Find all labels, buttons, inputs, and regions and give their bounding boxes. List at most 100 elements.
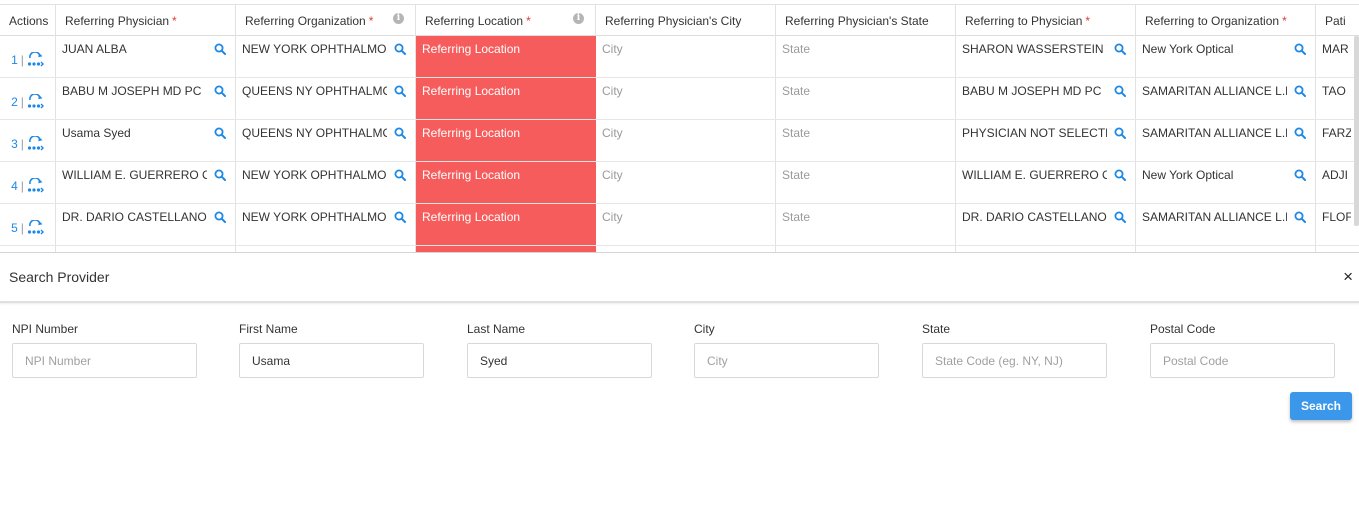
search-button[interactable]: Search [1290, 392, 1352, 420]
search-icon[interactable] [214, 211, 226, 223]
referring-organization-cell[interactable]: QUEENS NY OPHTHALMOLOGY [236, 120, 416, 161]
column-header[interactable]: Referring to Organization * [1136, 5, 1316, 36]
first-name-label: First Name [239, 322, 298, 336]
city-input[interactable] [694, 343, 879, 378]
column-header-label: Referring Physician's State [785, 13, 929, 28]
search-icon[interactable] [1294, 85, 1306, 97]
referring-physician-cell[interactable]: DR. DARIO CASTELLANOS [56, 204, 236, 245]
table-row: 1| JUAN ALBA NEW YORK OPHTHALMOLOGY Referri… [0, 36, 1359, 78]
referring-to-organization-cell[interactable]: SAMARITAN ALLIANCE L.L.C [1136, 120, 1316, 161]
referring-physician-cell[interactable]: JUAN ALBA [56, 36, 236, 77]
search-icon[interactable] [1294, 169, 1306, 181]
state-cell[interactable]: State [776, 120, 956, 161]
city-cell[interactable]: City [596, 204, 776, 245]
postal-code-input[interactable] [1150, 343, 1335, 378]
search-icon[interactable] [214, 169, 226, 181]
referring-to-physician-cell[interactable]: BABU M JOSEPH MD PC [956, 78, 1136, 119]
cell-text: MAR [1322, 42, 1349, 56]
column-header[interactable]: Referring Location * i [416, 5, 596, 36]
search-icon[interactable] [214, 85, 226, 97]
postal-code-field: Postal Code [1150, 322, 1335, 378]
row-number-link[interactable]: 4 [11, 179, 18, 193]
patient-cell[interactable]: ADJI [1316, 162, 1359, 203]
separator: | [20, 94, 24, 109]
search-icon[interactable] [394, 211, 406, 223]
search-icon[interactable] [1114, 169, 1126, 181]
state-cell[interactable]: State [776, 78, 956, 119]
referring-to-organization-cell[interactable]: SAMARITAN ALLIANCE L.L.C [1136, 204, 1316, 245]
cell-text: New York Optical [1142, 168, 1234, 182]
swap-arrows-icon[interactable] [27, 177, 44, 193]
column-header[interactable]: Referring Physician * [56, 5, 236, 36]
column-header[interactable]: Referring Physician's State [776, 5, 956, 36]
row-number-link[interactable]: 1 [11, 53, 18, 67]
referring-to-organization-cell[interactable]: New York Optical [1136, 36, 1316, 77]
state-cell[interactable]: State [776, 162, 956, 203]
state-cell[interactable]: State [776, 204, 956, 245]
npi-number-input[interactable] [12, 343, 197, 378]
row-number-link[interactable]: 5 [11, 221, 18, 235]
row-number-link[interactable]: 2 [11, 95, 18, 109]
state-label: State [922, 322, 951, 336]
referring-organization-cell[interactable]: NEW YORK OPHTHALMOLOGY [236, 162, 416, 203]
search-icon[interactable] [214, 127, 226, 139]
search-icon[interactable] [1294, 127, 1306, 139]
referring-to-physician-cell[interactable]: DR. DARIO CASTELLANOS [956, 204, 1136, 245]
referring-to-organization-cell[interactable]: New York Optical [1136, 162, 1316, 203]
row-number-link[interactable]: 3 [11, 137, 18, 151]
first-name-input[interactable] [239, 343, 424, 378]
cell-text: Referring Location [422, 126, 521, 140]
close-icon[interactable]: × [1343, 267, 1353, 287]
referring-to-physician-cell[interactable]: SHARON WASSERSTEIN [956, 36, 1136, 77]
swap-arrows-icon[interactable] [27, 93, 44, 109]
referring-physician-cell[interactable]: WILLIAM E. GUERRERO O.D. P [56, 162, 236, 203]
patient-cell[interactable]: FLOF [1316, 204, 1359, 245]
referring-to-physician-cell[interactable]: PHYSICIAN NOT SELECTED [956, 120, 1136, 161]
search-icon[interactable] [394, 127, 406, 139]
column-header[interactable]: Referring Physician's City [596, 5, 776, 36]
patient-cell[interactable]: TAO [1316, 78, 1359, 119]
search-icon[interactable] [1114, 85, 1126, 97]
patient-cell[interactable]: MAR [1316, 36, 1359, 77]
referring-organization-cell[interactable]: NEW YORK OPHTHALMOLOGY [236, 36, 416, 77]
referring-location-cell[interactable]: Referring Location [416, 204, 596, 245]
city-cell[interactable]: City [596, 36, 776, 77]
referring-organization-cell[interactable]: NEW YORK OPHTHALMOLOGY [236, 204, 416, 245]
search-icon[interactable] [214, 43, 226, 55]
search-icon[interactable] [1294, 211, 1306, 223]
search-icon[interactable] [394, 43, 406, 55]
search-icon[interactable] [1114, 43, 1126, 55]
patient-cell[interactable]: FARZ [1316, 120, 1359, 161]
search-icon[interactable] [1294, 43, 1306, 55]
swap-arrows-icon[interactable] [27, 135, 44, 151]
cell-text: SHARON WASSERSTEIN [962, 42, 1104, 56]
search-icon[interactable] [394, 85, 406, 97]
state-cell[interactable]: State [776, 36, 956, 77]
referring-location-cell[interactable]: Referring Location [416, 120, 596, 161]
referring-location-cell[interactable]: Referring Location [416, 36, 596, 77]
column-header[interactable]: Referring Organization * i [236, 5, 416, 36]
column-header[interactable]: Pati [1316, 5, 1359, 36]
swap-arrows-icon[interactable] [27, 219, 44, 235]
column-header[interactable]: Actions [0, 5, 56, 36]
last-name-input[interactable] [467, 343, 652, 378]
referring-location-cell[interactable]: Referring Location [416, 78, 596, 119]
city-cell[interactable]: City [596, 120, 776, 161]
referring-physician-cell[interactable]: BABU M JOSEPH MD PC [56, 78, 236, 119]
referring-to-organization-cell[interactable]: SAMARITAN ALLIANCE L.L.C [1136, 78, 1316, 119]
info-icon: i [573, 13, 584, 24]
city-cell[interactable]: City [596, 78, 776, 119]
referring-to-physician-cell[interactable]: WILLIAM E. GUERRERO O.D. P [956, 162, 1136, 203]
cell-text: State [782, 126, 811, 140]
referring-physician-cell[interactable]: Usama Syed [56, 120, 236, 161]
search-icon[interactable] [394, 169, 406, 181]
column-header[interactable]: Referring to Physician * [956, 5, 1136, 36]
referring-organization-cell[interactable]: QUEENS NY OPHTHALMOLOGY [236, 78, 416, 119]
city-cell[interactable]: City [596, 162, 776, 203]
state-input[interactable] [922, 343, 1107, 378]
vertical-scrollbar[interactable] [1354, 36, 1359, 226]
search-icon[interactable] [1114, 127, 1126, 139]
search-icon[interactable] [1114, 211, 1126, 223]
referring-location-cell[interactable]: Referring Location [416, 162, 596, 203]
swap-arrows-icon[interactable] [27, 51, 44, 67]
